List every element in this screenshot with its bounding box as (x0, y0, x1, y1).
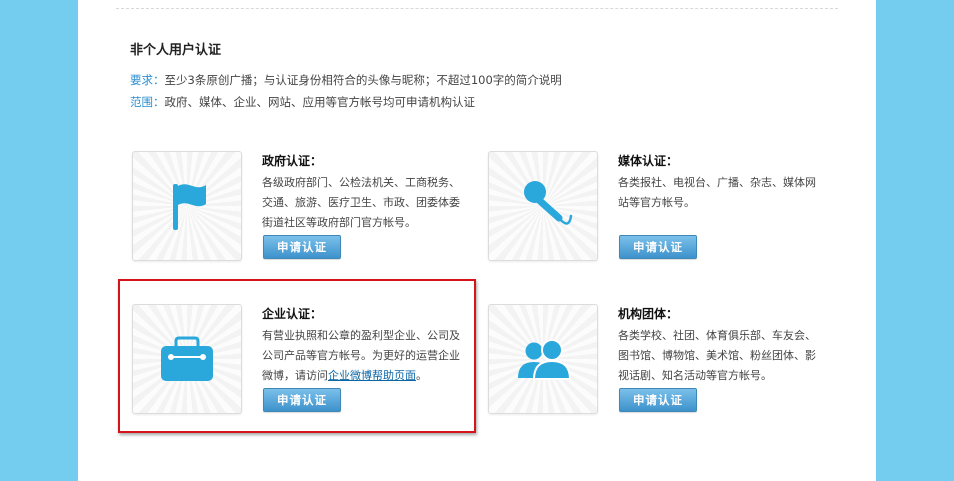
section-title: 非个人用户认证 (130, 43, 222, 58)
scope-line: 范围：政府、媒体、企业、网站、应用等官方帐号均可申请机构认证 (130, 94, 475, 110)
divider (116, 8, 838, 9)
card-title: 媒体认证： (618, 154, 679, 168)
card-description: 各类学校、社团、体育俱乐部、车友会、图书馆、博物馆、美术馆、粉丝团体、影视话剧、… (618, 329, 816, 382)
card-title: 政府认证： (262, 154, 323, 168)
scope-text: 政府、媒体、企业、网站、应用等官方帐号均可申请机构认证 (164, 95, 476, 109)
tile-organization (488, 304, 598, 414)
card-description: 各级政府部门、公检法机关、工商税务、交通、旅游、医疗卫生、市政、团委体委街道社区… (262, 176, 460, 229)
apply-media-button[interactable]: 申请认证 (619, 235, 697, 259)
card-description: 各类报社、电视台、广播、杂志、媒体网站等官方帐号。 (618, 176, 816, 209)
card-title: 机构团体： (618, 307, 679, 321)
card-media: 媒体认证： 各类报社、电视台、广播、杂志、媒体网站等官方帐号。 申请认证 (488, 151, 828, 263)
tile-government (132, 151, 242, 261)
requirement-line: 要求：至少3条原创广播；与认证身份相符合的头像与昵称；不超过100字的简介说明 (130, 72, 562, 88)
highlight-box (118, 279, 476, 433)
apply-organization-button[interactable]: 申请认证 (619, 388, 697, 412)
card-organization: 机构团体： 各类学校、社团、体育俱乐部、车友会、图书馆、博物馆、美术馆、粉丝团体… (488, 304, 828, 416)
requirement-key: 要求： (130, 73, 165, 87)
apply-government-button[interactable]: 申请认证 (263, 235, 341, 259)
card-government: 政府认证： 各级政府部门、公检法机关、工商税务、交通、旅游、医疗卫生、市政、团委… (132, 151, 472, 263)
requirement-text: 至少3条原创广播；与认证身份相符合的头像与昵称；不超过100字的简介说明 (164, 73, 562, 87)
tile-media (488, 151, 598, 261)
scope-key: 范围： (130, 95, 165, 109)
